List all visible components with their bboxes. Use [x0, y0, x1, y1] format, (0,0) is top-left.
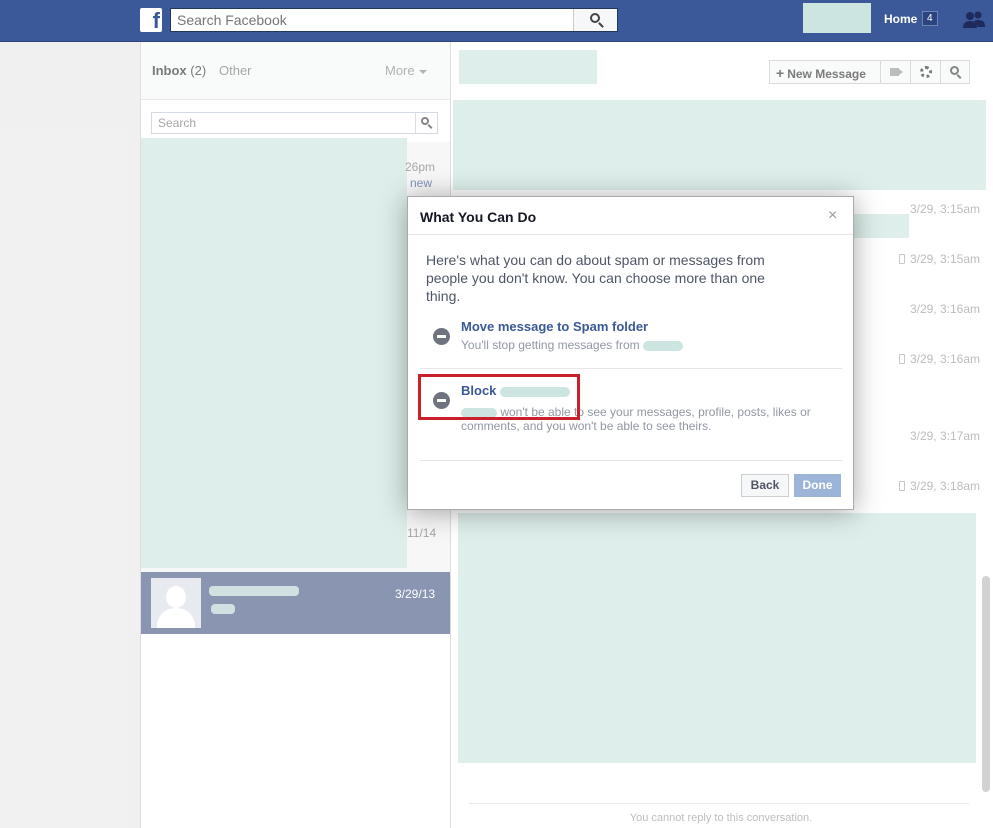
- redacted-name: [642, 340, 683, 351]
- home-link[interactable]: Home: [884, 12, 917, 26]
- highlight-annotation-box: [418, 374, 580, 420]
- option-description-text: You'll stop getting messages from: [461, 338, 640, 352]
- top-bar: f Home 4: [0, 0, 993, 42]
- profile-link-redacted[interactable]: [803, 3, 871, 33]
- close-icon[interactable]: ×: [828, 207, 837, 225]
- search-icon: [590, 13, 600, 23]
- done-button[interactable]: Done: [794, 474, 841, 497]
- facebook-logo-icon[interactable]: f: [140, 8, 162, 33]
- option-move-to-spam[interactable]: Move message to Spam folder You'll stop …: [420, 319, 842, 369]
- option-description: You'll stop getting messages from: [461, 338, 683, 352]
- what-you-can-do-dialog: What You Can Do × Here's what you can do…: [407, 196, 854, 510]
- back-button[interactable]: Back: [741, 474, 789, 497]
- minus-circle-icon[interactable]: [433, 328, 450, 345]
- dialog-title: What You Can Do: [420, 209, 537, 225]
- friend-requests-icon[interactable]: [962, 10, 986, 30]
- dialog-header: What You Can Do ×: [408, 197, 853, 235]
- global-search-input[interactable]: [171, 9, 571, 31]
- home-count-badge: 4: [922, 11, 938, 26]
- global-search-button[interactable]: [573, 9, 617, 31]
- option-title[interactable]: Move message to Spam folder: [461, 319, 648, 334]
- dialog-intro-text: Here's what you can do about spam or mes…: [426, 252, 765, 304]
- global-search-box: [170, 8, 618, 32]
